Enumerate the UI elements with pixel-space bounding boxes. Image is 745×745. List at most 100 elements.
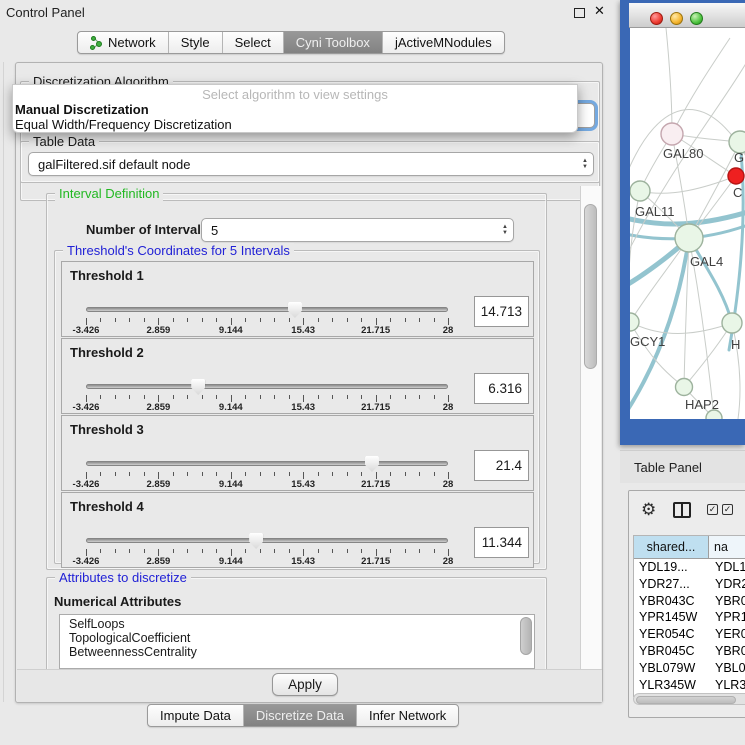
cell-shared-name[interactable]: YLR345W [634,677,709,694]
slider-tick-labels: -3.4262.8599.14415.4321.71528 [86,556,448,567]
table-panel: ⚙ ✓ ✓ shared... na YDL19...YDL1YDR27...Y… [628,490,745,718]
column-header-shared-name[interactable]: shared... [634,536,709,558]
cell-name[interactable]: YPR1 [709,609,745,626]
cell-name[interactable]: YBL0 [709,660,745,677]
cell-shared-name[interactable]: YBL079W [634,660,709,677]
table-hscrollbar-thumb[interactable] [636,696,736,704]
number-of-intervals-spinner[interactable]: 5 ▲▼ [201,218,514,242]
cell-shared-name[interactable]: YER054C [634,626,709,643]
slider-track[interactable] [86,384,448,389]
numerical-attributes-list[interactable]: SelfLoopsTopologicalCoefficientBetweenne… [59,614,535,669]
network-node-label: HAP2 [685,397,719,412]
apply-button[interactable]: Apply [272,673,338,696]
threshold-1-value-field[interactable]: 14.713 [474,296,529,327]
minimize-traffic-light-icon[interactable] [670,12,683,25]
threshold-4-value-field[interactable]: 11.344 [474,527,529,558]
settings-scrollbar-thumb[interactable] [584,204,597,369]
cell-name[interactable]: YLR3 [709,677,745,694]
threshold-3-panel: Threshold 3 -3.4262.8599.14415.4321.7152… [61,415,534,491]
network-node[interactable] [722,313,742,333]
tab-jactivemnodules[interactable]: jActiveMNodules [383,32,504,53]
network-node[interactable] [675,224,703,252]
slider-tick-labels: -3.4262.8599.14415.4321.71528 [86,402,448,413]
table-rows: YDL19...YDL1YDR27...YDR2YBR043CYBR0YPR14… [634,559,745,710]
cell-name[interactable]: YDL1 [709,559,745,576]
cell-shared-name[interactable]: YDL19... [634,559,709,576]
column-header-name[interactable]: na [709,536,745,558]
threshold-4-label: Threshold 4 [70,499,144,514]
table-row[interactable]: YDL19...YDL1 [634,559,745,576]
split-columns-icon[interactable] [673,502,691,518]
cell-shared-name[interactable]: YBR043C [634,593,709,610]
table-row[interactable]: YBR045CYBR0 [634,643,745,660]
table-row[interactable]: YPR145WYPR1 [634,609,745,626]
slider-track[interactable] [86,461,448,466]
algorithm-option-manual[interactable]: Manual Discretization [13,102,577,117]
algorithm-option-equal-width[interactable]: Equal Width/Frequency Discretization [13,117,577,132]
cell-name[interactable]: YBR0 [709,593,745,610]
attribute-list-item[interactable]: BetweennessCentrality [60,645,518,659]
tab-impute-data[interactable]: Impute Data [148,705,244,726]
table-row[interactable]: YBR043CYBR0 [634,593,745,610]
node-attribute-table[interactable]: shared... na YDL19...YDL1YDR27...YDR2YBR… [633,535,745,697]
network-node[interactable] [728,168,744,184]
control-panel-title: Control Panel [6,5,85,20]
cell-shared-name[interactable]: YDR27... [634,576,709,593]
settings-scroll-area: Interval Definition Number of Intervals … [17,186,602,669]
cell-name[interactable]: YER0 [709,626,745,643]
tab-network[interactable]: Network [78,32,169,53]
slider-track[interactable] [86,307,448,312]
network-node[interactable] [630,313,639,331]
combobox-updown-icon: ▲▼ [577,159,593,170]
slider-thumb[interactable] [249,533,263,549]
checkbox-icon[interactable]: ✓ [707,504,718,515]
tab-select[interactable]: Select [223,32,284,53]
table-data-selected-value: galFiltered.sif default node [29,157,577,172]
table-row[interactable]: YBL079WYBL0 [634,660,745,677]
threshold-1-slider[interactable] [86,302,448,318]
table-row[interactable]: YER054CYER0 [634,626,745,643]
gear-icon[interactable]: ⚙ [641,500,656,520]
cell-name[interactable]: YDR2 [709,576,745,593]
threshold-4-slider[interactable] [86,533,448,549]
slider-thumb[interactable] [191,379,205,395]
table-data-combobox[interactable]: galFiltered.sif default node ▲▼ [28,152,594,176]
tab-cyni-toolbox[interactable]: Cyni Toolbox [284,32,383,53]
attributes-list-scrollbar[interactable] [520,617,532,655]
tab-style[interactable]: Style [169,32,223,53]
attribute-list-item[interactable]: SelfLoops [60,617,518,631]
threshold-3-label: Threshold 3 [70,422,144,437]
threshold-2-slider[interactable] [86,379,448,395]
table-row[interactable]: YDR27...YDR2 [634,576,745,593]
network-window-titlebar[interactable] [629,3,745,28]
threshold-2-value-field[interactable]: 6.316 [474,373,529,404]
checkbox-icon[interactable]: ✓ [722,504,733,515]
table-row[interactable]: YLR345WYLR3 [634,677,745,694]
tab-discretize-data[interactable]: Discretize Data [244,705,357,726]
slider-thumb[interactable] [365,456,379,472]
network-node[interactable] [661,123,683,145]
table-hscrollbar-track[interactable] [633,693,745,705]
threshold-3-value-field[interactable]: 21.4 [474,450,529,481]
zoom-traffic-light-icon[interactable] [690,12,703,25]
network-node[interactable] [676,379,693,396]
threshold-3-slider[interactable] [86,456,448,472]
close-icon[interactable]: ✕ [594,3,605,19]
tab-infer-network[interactable]: Infer Network [357,705,458,726]
settings-scrollbar-track[interactable] [580,186,601,669]
cell-shared-name[interactable]: YBR045C [634,643,709,660]
slider-thumb[interactable] [288,302,302,318]
attribute-list-item[interactable]: TopologicalCoefficient [60,631,518,645]
float-window-icon[interactable] [574,8,585,18]
cell-shared-name[interactable]: YPR145W [634,609,709,626]
threshold-1-label: Threshold 1 [70,268,144,283]
slider-track[interactable] [86,538,448,543]
close-traffic-light-icon[interactable] [650,12,663,25]
cell-name[interactable]: YBR0 [709,643,745,660]
control-panel-titlebar: Control Panel ✕ [0,0,618,24]
threshold-2-panel: Threshold 2 -3.4262.8599.14415.4321.7152… [61,338,534,414]
network-node[interactable] [630,181,650,201]
network-canvas[interactable]: GAL80GCGAL11GAL4GCY1HHAP2 [630,28,745,419]
threshold-4-panel: Threshold 4 -3.4262.8599.14415.4321.7152… [61,492,534,568]
thresholds-group: Threshold's Coordinates for 5 Intervals … [54,250,540,564]
